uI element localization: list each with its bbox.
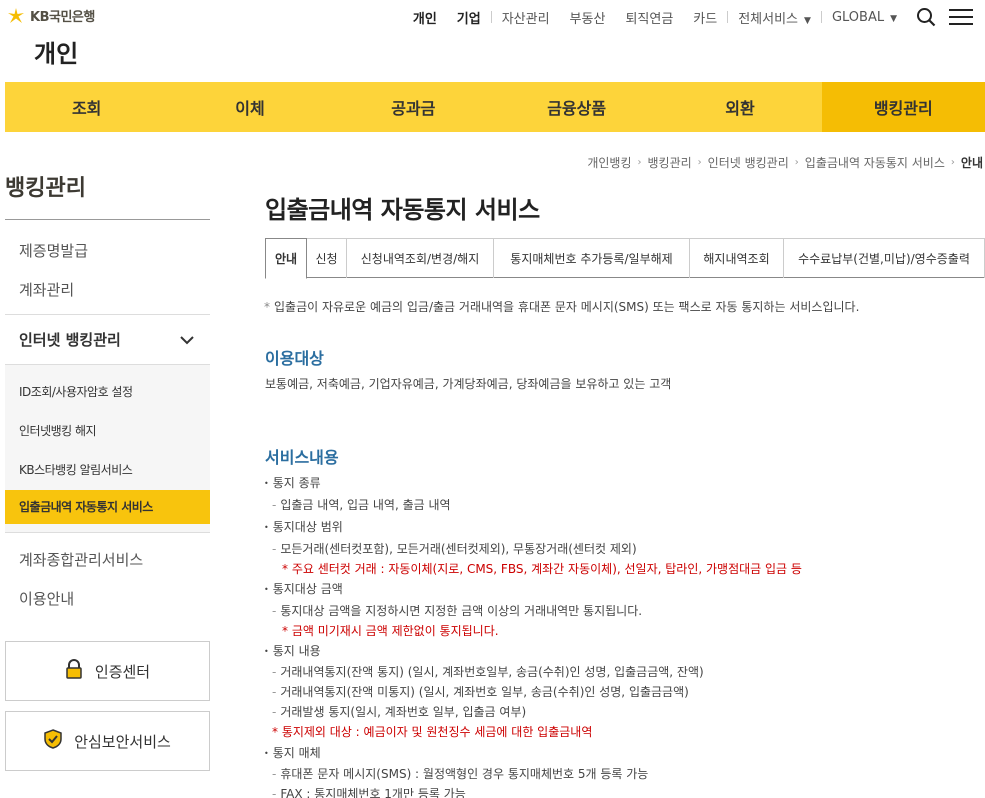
breadcrumb-item[interactable]: 인터넷 뱅킹관리 — [702, 154, 795, 171]
topnav-card[interactable]: 카드 — [683, 8, 727, 27]
sidebar-item-certificates[interactable]: 제증명발급 — [5, 232, 210, 271]
subitem-text: 거래내역통지(잔액 미통지) (일시, 계좌번호 일부, 송금(수취)인 성명,… — [280, 685, 689, 699]
page-title: 입출금내역 자동통지 서비스 — [265, 196, 540, 224]
subitem-text: 입출금 내역, 입금 내역, 출금 내역 — [280, 498, 451, 512]
note-text: * 통지제외 대상 : 예금이자 및 원천징수 세금에 대한 입출금내역 — [272, 725, 593, 739]
bullet-label: 통지대상 범위 — [272, 520, 343, 534]
sidebar: 뱅킹관리 제증명발급 계좌관리 인터넷 뱅킹관리 ID조회/사용자암호 설정 인… — [5, 170, 210, 771]
intro-text: * 입출금이 자유로운 예금의 입금/출금 거래내역을 휴대폰 문자 메시지(SM… — [264, 300, 860, 314]
subitem-text: 휴대폰 문자 메시지(SMS) : 월정액형인 경우 통지매체번호 5개 등록 … — [280, 767, 649, 781]
sidebar-item-usage-guide[interactable]: 이용안내 — [5, 580, 210, 619]
kb-star-icon — [6, 7, 26, 25]
logo-text: KB국민은행 — [30, 10, 95, 25]
list-subitem: - 거래발생 통지(일시, 계좌번호 일부, 입출금 여부) — [272, 705, 527, 719]
list-subitem: - 통지대상 금액을 지정하시면 지정한 금액 이상의 거래내역만 통지됩니다. — [272, 604, 643, 618]
sidebar-item-account-management[interactable]: 계좌관리 — [5, 271, 210, 310]
top-navigation: 개인 기업 자산관리 부동산 퇴직연금 카드 전체서비스 ▼ GLOBAL ▼ — [403, 6, 973, 28]
gnb-inquiry[interactable]: 조회 — [5, 82, 168, 132]
section-title-service: 서비스내용 — [265, 448, 339, 467]
topnav-pension[interactable]: 퇴직연금 — [615, 8, 683, 27]
bullet-label: 통지 매체 — [272, 746, 321, 760]
tab-guide[interactable]: 안내 — [265, 238, 307, 279]
hamburger-menu-icon[interactable] — [949, 6, 973, 28]
subitem-text: 거래발생 통지(일시, 계좌번호 일부, 입출금 여부) — [280, 705, 527, 719]
topnav-asset[interactable]: 자산관리 — [492, 8, 560, 27]
sidebar-subitem-cancel-banking[interactable]: 인터넷뱅킹 해지 — [5, 412, 210, 451]
gnb-utility-bills[interactable]: 공과금 — [332, 82, 495, 132]
sidebar-subitem-id-password[interactable]: ID조회/사용자암호 설정 — [5, 373, 210, 412]
list-item: • 통지대상 범위 — [264, 520, 343, 534]
topnav-personal[interactable]: 개인 — [403, 8, 447, 27]
list-subitem: - FAX : 통지매체번호 1개만 등록 가능 — [272, 784, 982, 798]
main-navigation: 조회 이체 공과금 금융상품 외환 뱅킹관리 — [5, 82, 985, 132]
list-subitem: - 거래내역통지(잔액 통지) (일시, 계좌번호일부, 송금(수취)인 성명, … — [272, 665, 704, 679]
caret-down-icon: ▼ — [804, 15, 811, 26]
topnav-corporate[interactable]: 기업 — [447, 8, 491, 27]
list-item: • 통지 매체 — [264, 746, 321, 760]
cert-center-label: 인증센터 — [94, 662, 151, 681]
sidebar-group-title: 인터넷 뱅킹관리 — [19, 331, 121, 349]
breadcrumb-item[interactable]: 입출금내역 자동통지 서비스 — [799, 154, 951, 171]
list-item: • 통지 내용 — [264, 644, 321, 658]
tab-cancellation-history[interactable]: 해지내역조회 — [690, 238, 784, 278]
site-title: 개인 — [34, 40, 79, 68]
cert-center-button[interactable]: 인증센터 — [5, 641, 210, 701]
tab-bar: 안내 신청 신청내역조회/변경/해지 통지매체번호 추가등록/일부해제 해지내역… — [265, 238, 985, 279]
kb-logo[interactable]: KB국민은행 — [6, 6, 95, 25]
caret-down-icon: ▼ — [890, 13, 897, 24]
subitem-text: 통지대상 금액을 지정하시면 지정한 금액 이상의 거래내역만 통지됩니다. — [280, 604, 643, 618]
sidebar-subitem-star-banking-alert[interactable]: KB스타뱅킹 알림서비스 — [5, 451, 210, 490]
list-subitem: - 입출금 내역, 입금 내역, 출금 내역 — [272, 498, 451, 512]
bullet-label: 통지 종류 — [272, 476, 321, 490]
section-text-eligibility: 보통예금, 저축예금, 기업자유예금, 가계당좌예금, 당좌예금을 보유하고 있… — [265, 377, 672, 391]
list-item: • 통지대상 금액 — [264, 582, 343, 596]
sidebar-group-toggle[interactable]: 인터넷 뱅킹관리 — [5, 315, 210, 365]
sidebar-title: 뱅킹관리 — [5, 170, 210, 220]
lock-icon — [65, 659, 83, 683]
chevron-down-icon — [180, 331, 194, 349]
list-item: • 통지 종류 — [264, 476, 321, 490]
list-subitem: - 모든거래(센터컷포함), 모든거래(센터컷제외), 무통장거래(센터컷 제외) — [272, 542, 637, 556]
list-subitem: - 거래내역통지(잔액 미통지) (일시, 계좌번호 일부, 송금(수취)인 성명… — [272, 685, 689, 699]
sidebar-group-internet-banking: 인터넷 뱅킹관리 ID조회/사용자암호 설정 인터넷뱅킹 해지 KB스타뱅킹 알… — [5, 314, 210, 532]
global-label: GLOBAL — [831, 9, 885, 25]
note-text: * 주요 센터컷 거래 : 자동이체(지로, CMS, FBS, 계좌간 자동이… — [282, 562, 802, 576]
tab-fee-payment-receipt[interactable]: 수수료납부(건별,미납)/영수증출력 — [784, 238, 985, 278]
note-text: * 금액 미기재시 금액 제한없이 통지됩니다. — [282, 624, 499, 638]
gnb-financial-products[interactable]: 금융상품 — [495, 82, 658, 132]
bullet-label: 통지대상 금액 — [272, 582, 343, 596]
sidebar-rest: 계좌종합관리서비스 이용안내 — [5, 532, 210, 619]
gnb-transfer[interactable]: 이체 — [168, 82, 331, 132]
tab-add-media-number[interactable]: 통지매체번호 추가등록/일부해제 — [494, 238, 690, 278]
breadcrumb-item[interactable]: 뱅킹관리 — [642, 154, 698, 171]
sidebar-subitem-auto-notification[interactable]: 입출금내역 자동통지 서비스 — [5, 490, 210, 524]
security-service-button[interactable]: 안심보안서비스 — [5, 711, 210, 771]
bullet-label: 통지 내용 — [272, 644, 321, 658]
breadcrumb-current: 안내 — [960, 156, 983, 170]
shield-check-icon — [44, 729, 62, 753]
security-service-label: 안심보안서비스 — [74, 732, 171, 751]
list-subitem: - 휴대폰 문자 메시지(SMS) : 월정액형인 경우 통지매체번호 5개 등록… — [272, 767, 649, 781]
section-title-eligibility: 이용대상 — [265, 349, 324, 368]
all-services-label: 전체서비스 — [738, 11, 799, 27]
subitem-text: 모든거래(센터컷포함), 모든거래(센터컷제외), 무통장거래(센터컷 제외) — [280, 542, 637, 556]
subitem-text: FAX : 통지매체번호 1개만 등록 가능 — [280, 787, 466, 798]
header: KB국민은행 개인 개인 기업 자산관리 부동산 퇴직연금 카드 전체서비스 ▼ … — [0, 0, 985, 80]
sidebar-submenu: ID조회/사용자암호 설정 인터넷뱅킹 해지 KB스타뱅킹 알림서비스 입출금내… — [5, 365, 210, 532]
tab-apply[interactable]: 신청 — [307, 238, 347, 278]
topnav-all-services[interactable]: 전체서비스 ▼ — [728, 8, 821, 27]
intro-text-body: 입출금이 자유로운 예금의 입금/출금 거래내역을 휴대폰 문자 메시지(SMS… — [274, 300, 860, 314]
topnav-realestate[interactable]: 부동산 — [560, 8, 616, 27]
breadcrumb-item[interactable]: 개인뱅킹 — [581, 154, 637, 171]
gnb-banking-management[interactable]: 뱅킹관리 — [821, 82, 985, 132]
search-icon[interactable] — [915, 6, 937, 28]
gnb-foreign-exchange[interactable]: 외환 — [658, 82, 821, 132]
topnav-global[interactable]: GLOBAL ▼ — [822, 10, 907, 25]
main-content: * 입출금이 자유로운 예금의 입금/출금 거래내역을 휴대폰 문자 메시지(SM… — [262, 298, 982, 798]
subitem-text: 거래내역통지(잔액 통지) (일시, 계좌번호일부, 송금(수취)인 성명, 입… — [280, 665, 704, 679]
breadcrumb: 개인뱅킹 › 뱅킹관리 › 인터넷 뱅킹관리 › 입출금내역 자동통지 서비스 › 안내 — [581, 154, 983, 171]
tab-inquiry-change-cancel[interactable]: 신청내역조회/변경/해지 — [347, 238, 494, 278]
sidebar-item-comprehensive-account[interactable]: 계좌종합관리서비스 — [5, 541, 210, 580]
